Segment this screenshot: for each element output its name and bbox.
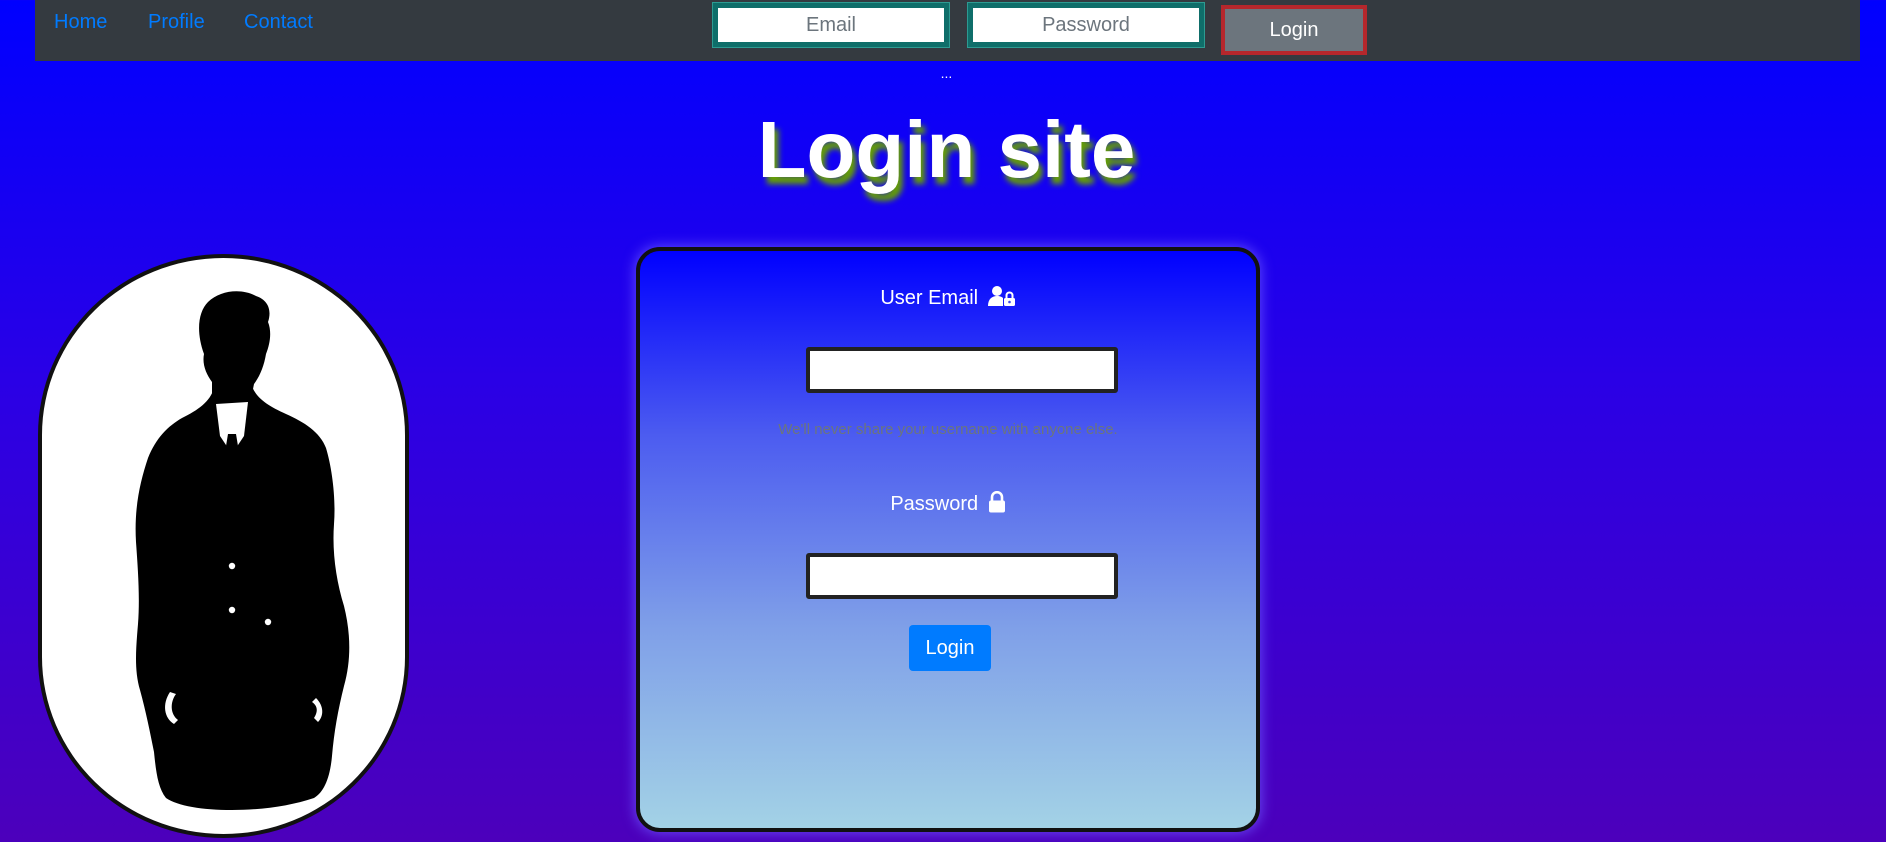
page-title: Login site bbox=[757, 105, 1136, 194]
password-label-text: Password bbox=[890, 493, 979, 515]
login-card: User Email We'll never share your userna… bbox=[636, 247, 1260, 832]
navbar-password-input[interactable] bbox=[967, 2, 1205, 48]
avatar bbox=[38, 254, 409, 838]
businessman-silhouette-icon bbox=[135, 291, 350, 810]
password-input[interactable] bbox=[806, 553, 1118, 599]
lock-icon bbox=[988, 490, 1006, 519]
navbar: Home Profile Contact Login bbox=[35, 0, 1860, 61]
email-label-text: User Email bbox=[880, 287, 979, 309]
navbar-login-button[interactable]: Login bbox=[1221, 5, 1367, 55]
ellipsis-text: ... bbox=[940, 65, 953, 81]
email-label: User Email bbox=[640, 285, 1256, 313]
nav-link-profile[interactable]: Profile bbox=[148, 10, 205, 34]
navbar-email-input[interactable] bbox=[712, 2, 950, 48]
password-label: Password bbox=[640, 490, 1256, 519]
nav-link-contact[interactable]: Contact bbox=[244, 10, 313, 34]
email-help-text: We'll never share your username with any… bbox=[778, 421, 1118, 438]
login-button[interactable]: Login bbox=[909, 625, 991, 671]
user-lock-icon bbox=[987, 285, 1016, 313]
nav-link-home[interactable]: Home bbox=[54, 10, 107, 34]
email-input[interactable] bbox=[806, 347, 1118, 393]
